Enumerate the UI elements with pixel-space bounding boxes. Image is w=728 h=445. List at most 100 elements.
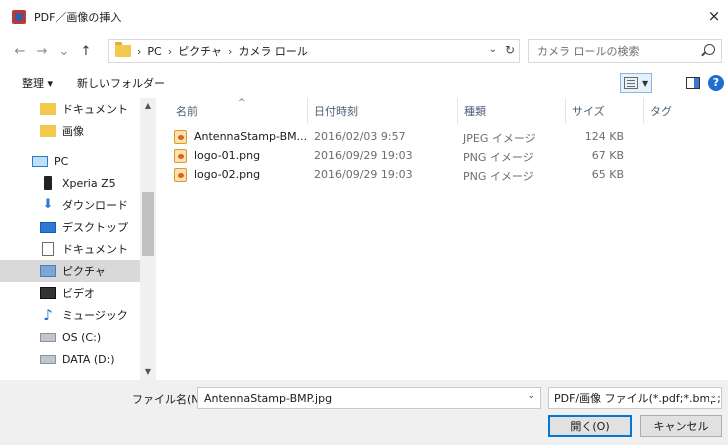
column-label: 日付時刻 — [314, 105, 358, 118]
breadcrumb-pc[interactable]: PC — [147, 45, 161, 58]
command-bar: 整理 ▾ 新しいフォルダー ▼ ? — [0, 68, 728, 98]
column-label: タグ — [650, 105, 672, 118]
scrollbar-thumb[interactable] — [142, 192, 154, 256]
chevron-down-icon[interactable]: ⌄ — [527, 391, 535, 401]
table-row[interactable]: AntennaStamp-BM... 2016/02/03 9:57 JPEG … — [156, 128, 728, 147]
file-size: 65 KB — [591, 168, 624, 181]
search-icon[interactable] — [704, 44, 715, 55]
table-row[interactable]: logo-01.png 2016/09/29 19:03 PNG イメージ 67… — [156, 147, 728, 166]
forward-arrow-icon[interactable]: → — [32, 40, 52, 62]
back-arrow-icon[interactable]: ← — [10, 40, 30, 62]
sidebar-item-documents-folder[interactable]: ドキュメント — [0, 98, 140, 120]
sidebar-item-pictures[interactable]: ピクチャ — [0, 260, 140, 282]
file-list: 名前 ^ 日付時刻 種類 サイズ タグ AntennaStamp-BM... 2… — [156, 98, 728, 380]
app-icon — [12, 10, 26, 24]
file-type: PNG イメージ — [463, 151, 534, 164]
file-type: JPEG イメージ — [463, 132, 536, 145]
drive-icon — [40, 332, 56, 342]
sidebar-item-label: ドキュメント — [62, 103, 128, 116]
address-bar[interactable]: › PC › ピクチャ › カメラ ロール ⌄ ↻ — [108, 39, 520, 63]
column-header-row: 名前 ^ 日付時刻 種類 サイズ タグ — [156, 98, 728, 124]
music-icon: ♪ — [43, 306, 53, 324]
sidebar-item-documents[interactable]: ドキュメント — [0, 238, 140, 260]
sidebar-scrollbar[interactable]: ▲ ▼ — [140, 98, 156, 380]
sidebar-item-label: PC — [54, 154, 69, 168]
search-input[interactable]: カメラ ロールの検索 — [528, 39, 722, 63]
folder-icon — [40, 103, 56, 115]
sidebar-item-images-folder[interactable]: 画像 — [0, 120, 140, 142]
dialog-footer: ファイル名(N): AntennaStamp-BMP.jpg ⌄ PDF/画像 … — [0, 380, 728, 445]
navigation-bar: ← → ⌄ ↑ › PC › ピクチャ › カメラ ロール ⌄ ↻ カメラ ロー… — [0, 34, 728, 68]
chevron-down-icon[interactable]: ⌄ — [489, 44, 497, 55]
sidebar-item-os-drive[interactable]: OS (C:) — [0, 326, 140, 348]
file-date: 2016/02/03 9:57 — [314, 130, 406, 143]
file-name: logo-02.png — [194, 168, 261, 181]
breadcrumb-camera-roll[interactable]: カメラ ロール — [238, 43, 308, 59]
download-icon: ⬇ — [42, 197, 54, 212]
image-file-icon — [174, 149, 187, 163]
sidebar-item-label: DATA (D:) — [62, 352, 115, 366]
open-button[interactable]: 開く(O) — [548, 415, 632, 437]
sidebar-item-data-drive[interactable]: DATA (D:) — [0, 348, 140, 370]
chevron-down-icon[interactable]: ▼ — [642, 79, 648, 88]
file-type-select[interactable]: PDF/画像 ファイル(*.pdf;*.bmp;*. ⌄ — [548, 387, 722, 409]
sidebar-item-label: 画像 — [62, 125, 84, 138]
file-type: PNG イメージ — [463, 170, 534, 183]
pictures-icon — [40, 265, 56, 277]
chevron-down-icon[interactable]: ⌄ — [709, 391, 717, 401]
column-type[interactable]: 種類 — [458, 98, 566, 124]
image-file-icon — [174, 130, 187, 144]
recent-locations-chevron-icon[interactable]: ⌄ — [54, 40, 74, 62]
chevron-right-icon[interactable]: › — [168, 45, 172, 58]
sidebar-item-label: デスクトップ — [62, 221, 128, 234]
document-icon — [42, 242, 54, 256]
cancel-button[interactable]: キャンセル — [640, 415, 722, 437]
sidebar-item-downloads[interactable]: ⬇ ダウンロード — [0, 194, 140, 216]
sidebar-item-label: Xperia Z5 — [62, 176, 116, 190]
filename-field[interactable]: AntennaStamp-BMP.jpg ⌄ — [197, 387, 541, 409]
up-arrow-icon[interactable]: ↑ — [76, 40, 96, 62]
file-size: 124 KB — [584, 130, 624, 143]
breadcrumb-pictures[interactable]: ピクチャ — [178, 43, 222, 59]
scroll-down-icon[interactable]: ▼ — [140, 364, 156, 380]
new-folder-button[interactable]: 新しいフォルダー — [77, 75, 165, 91]
phone-icon — [44, 176, 52, 190]
title-bar: PDF／画像の挿入 × — [0, 0, 728, 34]
refresh-icon[interactable]: ↻ — [505, 43, 515, 57]
folder-icon — [40, 125, 56, 137]
sidebar-item-pc[interactable]: PC — [0, 150, 140, 172]
change-view-button[interactable]: ▼ — [620, 73, 652, 93]
pc-icon — [32, 155, 48, 167]
sidebar-item-music[interactable]: ♪ ミュージック — [0, 304, 140, 326]
sidebar-item-label: ビデオ — [62, 287, 95, 300]
column-label: 種類 — [464, 105, 486, 118]
search-placeholder: カメラ ロールの検索 — [537, 45, 640, 58]
organize-button[interactable]: 整理 ▾ — [22, 75, 53, 91]
help-icon[interactable]: ? — [708, 75, 724, 91]
sidebar-item-desktop[interactable]: デスクトップ — [0, 216, 140, 238]
column-tag[interactable]: タグ — [644, 98, 724, 124]
close-icon[interactable]: × — [704, 6, 724, 26]
sort-ascending-icon: ^ — [238, 98, 246, 108]
details-view-icon — [624, 77, 638, 89]
sidebar-item-videos[interactable]: ビデオ — [0, 282, 140, 304]
sidebar-item-label: ミュージック — [62, 309, 128, 322]
image-file-icon — [174, 168, 187, 182]
drive-icon — [40, 354, 56, 364]
window-title: PDF／画像の挿入 — [34, 11, 122, 24]
scroll-up-icon[interactable]: ▲ — [140, 98, 156, 114]
file-date: 2016/09/29 19:03 — [314, 149, 413, 162]
file-size: 67 KB — [591, 149, 624, 162]
chevron-right-icon[interactable]: › — [228, 45, 232, 58]
folder-icon — [115, 42, 131, 57]
table-row[interactable]: logo-02.png 2016/09/29 19:03 PNG イメージ 65… — [156, 166, 728, 185]
column-size[interactable]: サイズ — [566, 98, 644, 124]
column-label: 名前 — [176, 105, 198, 118]
sidebar-item-xperia[interactable]: Xperia Z5 — [0, 172, 140, 194]
navigation-pane: ドキュメント 画像 PC Xperia Z5 ⬇ ダウンロード デスクトップ ド… — [0, 98, 156, 380]
file-type-value: PDF/画像 ファイル(*.pdf;*.bmp;*. — [554, 392, 722, 405]
sidebar-item-label: OS (C:) — [62, 330, 102, 344]
column-date[interactable]: 日付時刻 — [308, 98, 458, 124]
preview-pane-icon[interactable] — [686, 77, 700, 89]
chevron-right-icon[interactable]: › — [137, 45, 141, 58]
